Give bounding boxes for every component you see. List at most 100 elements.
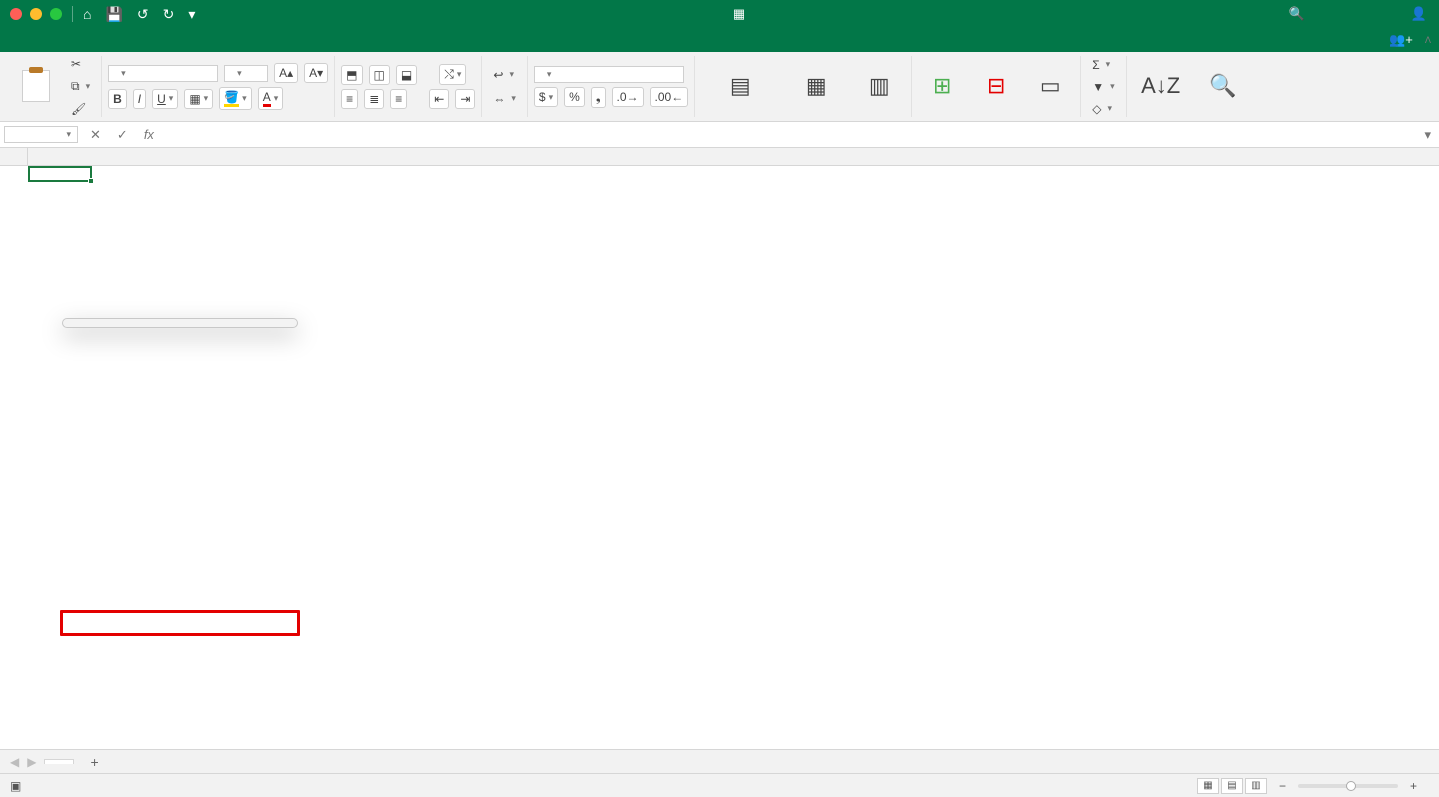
add-sheet-button[interactable]: + [82, 754, 106, 770]
borders-button[interactable]: ▦▾ [184, 89, 213, 109]
sort-filter-button[interactable]: A↓Z [1133, 71, 1189, 103]
undo-icon[interactable]: ↺ [137, 6, 149, 23]
decrease-indent-button[interactable]: ⇤ [429, 89, 449, 109]
expand-formula-bar-icon[interactable]: ▾ [1416, 127, 1439, 143]
bold-button[interactable]: B [108, 89, 127, 109]
find-select-button[interactable]: 🔍 [1195, 71, 1251, 103]
zoom-in-button[interactable]: + [1410, 779, 1417, 793]
excel-doc-icon: ▦ [733, 6, 745, 22]
align-left-button[interactable]: ≡ [341, 89, 358, 109]
paste-button[interactable] [12, 68, 60, 106]
paintbrush-icon: 🖌 [71, 102, 86, 116]
window-controls [0, 8, 72, 20]
percent-button[interactable]: % [564, 87, 585, 107]
macro-record-icon[interactable]: ▣ [10, 779, 21, 793]
insert-icon: ⊞ [933, 73, 951, 99]
copy-button[interactable]: ⧉▾ [66, 76, 95, 97]
cut-button[interactable]: ✂ [66, 54, 95, 74]
zoom-slider[interactable] [1298, 784, 1398, 788]
align-bottom-button[interactable]: ⬓ [396, 65, 417, 85]
currency-button[interactable]: $▾ [534, 87, 558, 107]
number-format-select[interactable]: ▾ [534, 66, 684, 83]
search-input[interactable] [1311, 7, 1401, 21]
cells-group: ⊞ ⊟ ▭ [912, 56, 1081, 117]
zoom-thumb[interactable] [1346, 781, 1356, 791]
align-middle-button[interactable]: ◫ [369, 65, 390, 85]
merge-center-button[interactable]: ⇔▾ [488, 89, 521, 109]
page-layout-view-button[interactable]: ▤ [1221, 778, 1243, 794]
context-menu [62, 318, 298, 328]
font-size-select[interactable]: ▾ [224, 65, 268, 82]
insert-cells-button[interactable]: ⊞ [918, 71, 966, 103]
minimize-window-icon[interactable] [30, 8, 42, 20]
qat: ⌂ 💾 ↺ ↻ ▾ [83, 6, 195, 23]
sheet-nav-prev-icon[interactable]: ◀ [10, 755, 19, 769]
normal-view-button[interactable]: ▦ [1197, 778, 1219, 794]
find-icon: 🔍 [1209, 73, 1236, 99]
conditional-formatting-button[interactable]: ▤ [701, 71, 779, 103]
merge-icon: ⇔ [493, 92, 505, 106]
paste-icon [22, 70, 50, 102]
wrap-merge-group: ↩▾ ⇔▾ [482, 56, 528, 117]
fill-down-icon: ▼ [1092, 80, 1104, 94]
delete-cells-button[interactable]: ⊟ [972, 71, 1020, 103]
search-sheet[interactable]: 🔍 [1289, 6, 1401, 22]
underline-button[interactable]: U▾ [152, 89, 178, 109]
align-right-button[interactable]: ≡ [390, 89, 407, 109]
save-icon[interactable]: 💾 [105, 6, 122, 23]
number-group: ▾ $▾ % ❟ .0→ .00← [528, 56, 695, 117]
cell-styles-button[interactable]: ▥ [853, 71, 905, 103]
font-name-select[interactable]: ▾ [108, 65, 218, 82]
maximize-window-icon[interactable] [50, 8, 62, 20]
close-window-icon[interactable] [10, 8, 22, 20]
fx-icon[interactable]: fx [136, 127, 162, 142]
user-account-icon[interactable]: 👤 [1411, 6, 1427, 22]
page-break-view-button[interactable]: ▥ [1245, 778, 1267, 794]
decrease-font-button[interactable]: A▾ [304, 63, 328, 83]
formula-input[interactable] [162, 125, 1417, 144]
format-cells-button[interactable]: ▭ [1026, 71, 1074, 103]
increase-font-button[interactable]: A▴ [274, 63, 298, 83]
align-center-button[interactable]: ≣ [364, 89, 384, 109]
sheet-nav-next-icon[interactable]: ▶ [27, 755, 36, 769]
qat-customize-icon[interactable]: ▾ [188, 6, 195, 23]
ribbon-tabs: 👥+ ᐱ [0, 28, 1439, 52]
orientation-button[interactable]: ⤭▾ [439, 64, 466, 85]
autosum-button[interactable]: Σ▾ [1087, 55, 1119, 75]
styles-group: ▤ ▦ ▥ [695, 56, 912, 117]
accept-formula-icon[interactable]: ✓ [109, 127, 136, 143]
zoom-out-button[interactable]: − [1279, 779, 1286, 793]
format-painter-button[interactable]: 🖌 [66, 99, 95, 119]
decrease-decimal-button[interactable]: .00← [650, 87, 689, 107]
clear-button[interactable]: ◇▾ [1087, 99, 1119, 119]
fill-color-button[interactable]: 🪣▾ [219, 87, 251, 110]
comma-button[interactable]: ❟ [591, 87, 606, 108]
copy-icon: ⧉ [71, 79, 80, 94]
name-box[interactable]: ▾ [4, 126, 78, 143]
wrap-text-button[interactable]: ↩▾ [488, 65, 521, 85]
home-icon[interactable]: ⌂ [83, 6, 91, 22]
scissors-icon: ✂ [71, 57, 81, 71]
cancel-formula-icon[interactable]: ✕ [82, 127, 109, 143]
format-as-table-button[interactable]: ▦ [785, 71, 847, 103]
increase-decimal-button[interactable]: .0→ [612, 87, 644, 107]
worksheet-grid[interactable] [0, 148, 1439, 749]
sheet-tab[interactable] [44, 759, 74, 764]
share-button[interactable]: 👥+ ᐱ [1381, 32, 1439, 52]
font-group: ▾ ▾ A▴ A▾ B I U▾ ▦▾ 🪣▾ A▾ [102, 56, 335, 117]
align-top-button[interactable]: ⬒ [341, 65, 362, 85]
collapse-ribbon-icon[interactable]: ᐱ [1425, 35, 1431, 46]
select-all-corner[interactable] [0, 148, 28, 165]
ribbon: ✂ ⧉▾ 🖌 ▾ ▾ A▴ A▾ B I U▾ ▦▾ 🪣▾ A▾ ⬒ ◫ ⬓ [0, 52, 1439, 122]
selected-cell[interactable] [28, 166, 92, 182]
redo-icon[interactable]: ↻ [163, 6, 175, 23]
italic-button[interactable]: I [133, 89, 146, 109]
share-icon: 👥+ [1389, 32, 1413, 48]
font-color-button[interactable]: A▾ [258, 87, 284, 110]
sigma-icon: Σ [1092, 58, 1099, 72]
increase-indent-button[interactable]: ⇥ [455, 89, 475, 109]
delete-icon: ⊟ [987, 73, 1005, 99]
fill-handle[interactable] [88, 178, 94, 184]
namebox-dropdown-icon[interactable]: ▾ [66, 129, 71, 140]
fill-button[interactable]: ▼▾ [1087, 77, 1119, 97]
